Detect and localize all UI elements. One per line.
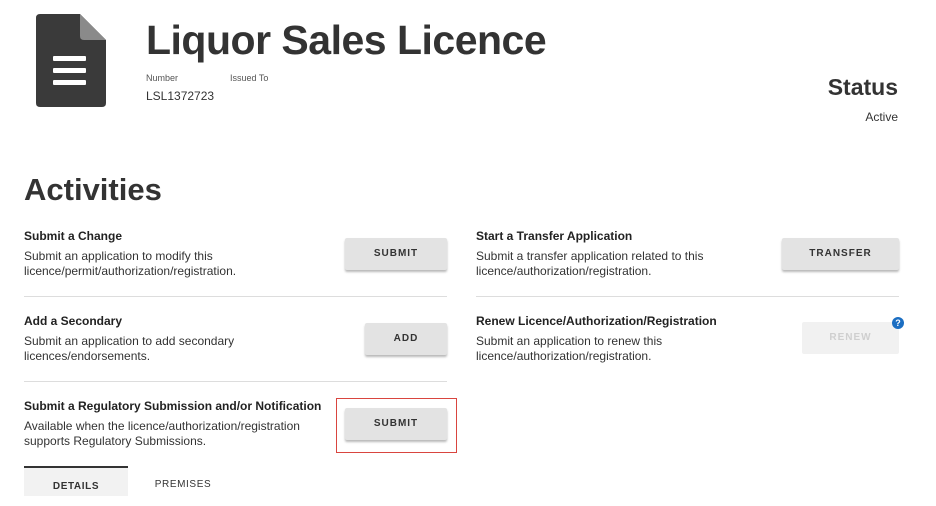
activity-title: Renew Licence/Authorization/Registration	[476, 314, 717, 328]
activity-description: Submit an application to renew this lice…	[476, 334, 663, 363]
help-icon[interactable]: ?	[892, 317, 904, 329]
activity-title: Add a Secondary	[24, 314, 123, 328]
submit-change-button[interactable]: SUBMIT	[345, 238, 447, 270]
activity-renew: Renew Licence/Authorization/Registration…	[476, 314, 776, 364]
activity-title: Submit a Change	[24, 229, 123, 243]
activity-description: Submit a transfer application related to…	[476, 249, 704, 278]
renew-button: RENEW	[802, 322, 899, 354]
activity-description: Submit an application to modify this lic…	[24, 249, 237, 278]
issued-to-label: Issued To	[230, 73, 269, 83]
activity-title: Start a Transfer Application	[476, 229, 633, 243]
page-title: Liquor Sales Licence	[146, 17, 547, 63]
activities-title: Activities	[24, 172, 162, 207]
status-title: Status	[827, 74, 898, 100]
activity-regulatory-submission: Submit a Regulatory Submission and/or No…	[24, 399, 324, 449]
divider	[476, 296, 899, 297]
add-secondary-button[interactable]: ADD	[365, 323, 447, 355]
activity-transfer: Start a Transfer Application Submit a tr…	[476, 229, 776, 279]
tab-details[interactable]: DETAILS	[24, 466, 128, 496]
transfer-button[interactable]: TRANSFER	[782, 238, 899, 270]
document-icon	[36, 14, 106, 107]
status-value: Active	[865, 110, 898, 124]
divider	[24, 296, 447, 297]
licence-number: LSL1372723	[146, 89, 215, 103]
activity-add-secondary: Add a Secondary Submit an application to…	[24, 314, 354, 364]
activity-description: Submit an application to add secondary l…	[24, 334, 235, 363]
regulatory-submit-button[interactable]: SUBMIT	[345, 408, 447, 440]
activity-description: Available when the licence/authorization…	[24, 419, 300, 448]
activity-title: Submit a Regulatory Submission and/or No…	[24, 399, 322, 413]
tab-premises[interactable]: PREMISES	[140, 466, 226, 496]
number-label: Number	[146, 73, 179, 83]
divider	[24, 381, 447, 382]
